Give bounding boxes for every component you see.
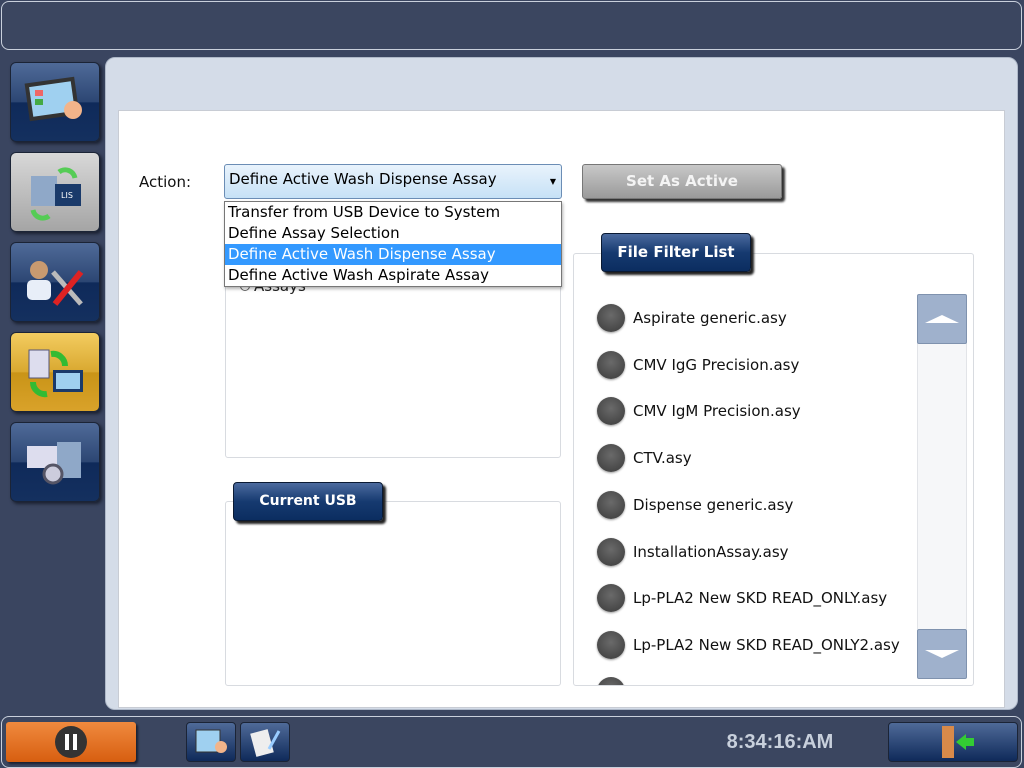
radio-button-icon <box>597 397 625 426</box>
file-list-item[interactable]: Lp-PLA2 New SKD READ_ONLY2.asy <box>597 630 900 659</box>
nav-service-tools-button[interactable] <box>10 242 100 322</box>
usb-devices-box <box>225 501 561 686</box>
file-list-item[interactable]: Lp-PLA2 New SKD READ_ONLY.asy <box>597 584 888 613</box>
radio-button-icon <box>597 537 625 566</box>
arrow-up-icon <box>925 315 959 323</box>
file-list-item[interactable]: Dispense generic.asy <box>597 490 794 519</box>
action-dropdown[interactable]: Define Active Wash Dispense Assay ▼ <box>224 164 562 199</box>
file-list-item[interactable]: Aspirate generic.asy <box>597 304 787 332</box>
file-name: CMV IgG Precision.asy <box>633 355 800 374</box>
file-list-item[interactable]: InstallationAssay.asy <box>597 537 789 566</box>
bottom-bar <box>1 716 1022 768</box>
file-list-item[interactable]: CMV IgG Precision.asy <box>597 350 800 379</box>
nav-file-transfer-button[interactable] <box>10 332 100 412</box>
action-label: Action: <box>139 173 192 191</box>
radio-button-icon <box>597 490 625 519</box>
instrument-settings-icon <box>27 442 81 485</box>
current-usb-devices-button[interactable]: Current USB Devices <box>233 482 383 546</box>
dropdown-arrow-icon: ▼ <box>549 177 556 186</box>
action-dropdown-list: Transfer from USB Device to System Defin… <box>224 201 562 287</box>
file-name: InstallationAssay.asy <box>633 542 789 561</box>
radio-button-icon <box>597 350 625 379</box>
pause-button[interactable] <box>6 722 136 762</box>
exit-button[interactable] <box>888 722 1018 762</box>
file-name: Lp-PLA2 New SKD READ_ONLY2.asy <box>633 635 900 654</box>
service-tools-icon <box>27 261 84 306</box>
scroll-track[interactable] <box>917 343 967 629</box>
clock: 8:34:16:AM <box>726 731 834 753</box>
arrow-down-icon <box>925 650 959 658</box>
nav-lis-link-button[interactable]: LIS <box>10 152 100 232</box>
partial-radio <box>597 677 625 685</box>
clipboard-icon <box>250 729 281 757</box>
file-name: CMV IgM Precision.asy <box>633 402 801 421</box>
svg-text:LIS: LIS <box>61 191 73 200</box>
radio-button-icon <box>597 304 625 332</box>
dropdown-option[interactable]: Define Assay Selection <box>225 223 561 244</box>
scroll-down-button[interactable] <box>917 629 967 679</box>
file-name: CTV.asy <box>633 449 692 468</box>
checklist-button[interactable] <box>240 722 290 762</box>
action-selected-value: Define Active Wash Dispense Assay <box>229 170 497 188</box>
pause-icon <box>55 726 87 758</box>
scroll-up-button[interactable] <box>917 294 967 344</box>
file-list-item[interactable]: CMV IgM Precision.asy <box>597 397 801 426</box>
radio-button-icon <box>597 444 625 473</box>
dropdown-option[interactable]: Define Active Wash Aspirate Assay <box>225 265 561 286</box>
dropdown-option[interactable]: Transfer from USB Device to System <box>225 202 561 223</box>
radio-button-icon <box>597 584 625 613</box>
file-name: Aspirate generic.asy <box>633 309 787 327</box>
touch-screen-icon <box>24 76 82 122</box>
set-as-active-button[interactable]: Set As Active <box>582 164 782 199</box>
top-bar <box>1 1 1022 50</box>
exit-door-icon <box>942 726 974 758</box>
file-list-item[interactable]: CTV.asy <box>597 444 692 473</box>
file-name: Dispense generic.asy <box>633 495 794 514</box>
file-name: Lp-PLA2 New SKD READ_ONLY.asy <box>633 589 888 608</box>
touch-screen-shortcut-button[interactable] <box>186 722 236 762</box>
lis-link-icon: LIS <box>30 167 81 221</box>
touch-screen-icon <box>195 729 227 753</box>
dropdown-option-selected[interactable]: Define Active Wash Dispense Assay <box>225 244 561 265</box>
file-filter-list-button[interactable]: File Filter List <box>601 233 751 272</box>
nav-touch-screen-button[interactable] <box>10 62 100 142</box>
file-transfer-icon <box>28 349 83 398</box>
nav-instrument-settings-button[interactable] <box>10 422 100 502</box>
radio-button-icon <box>597 630 625 659</box>
